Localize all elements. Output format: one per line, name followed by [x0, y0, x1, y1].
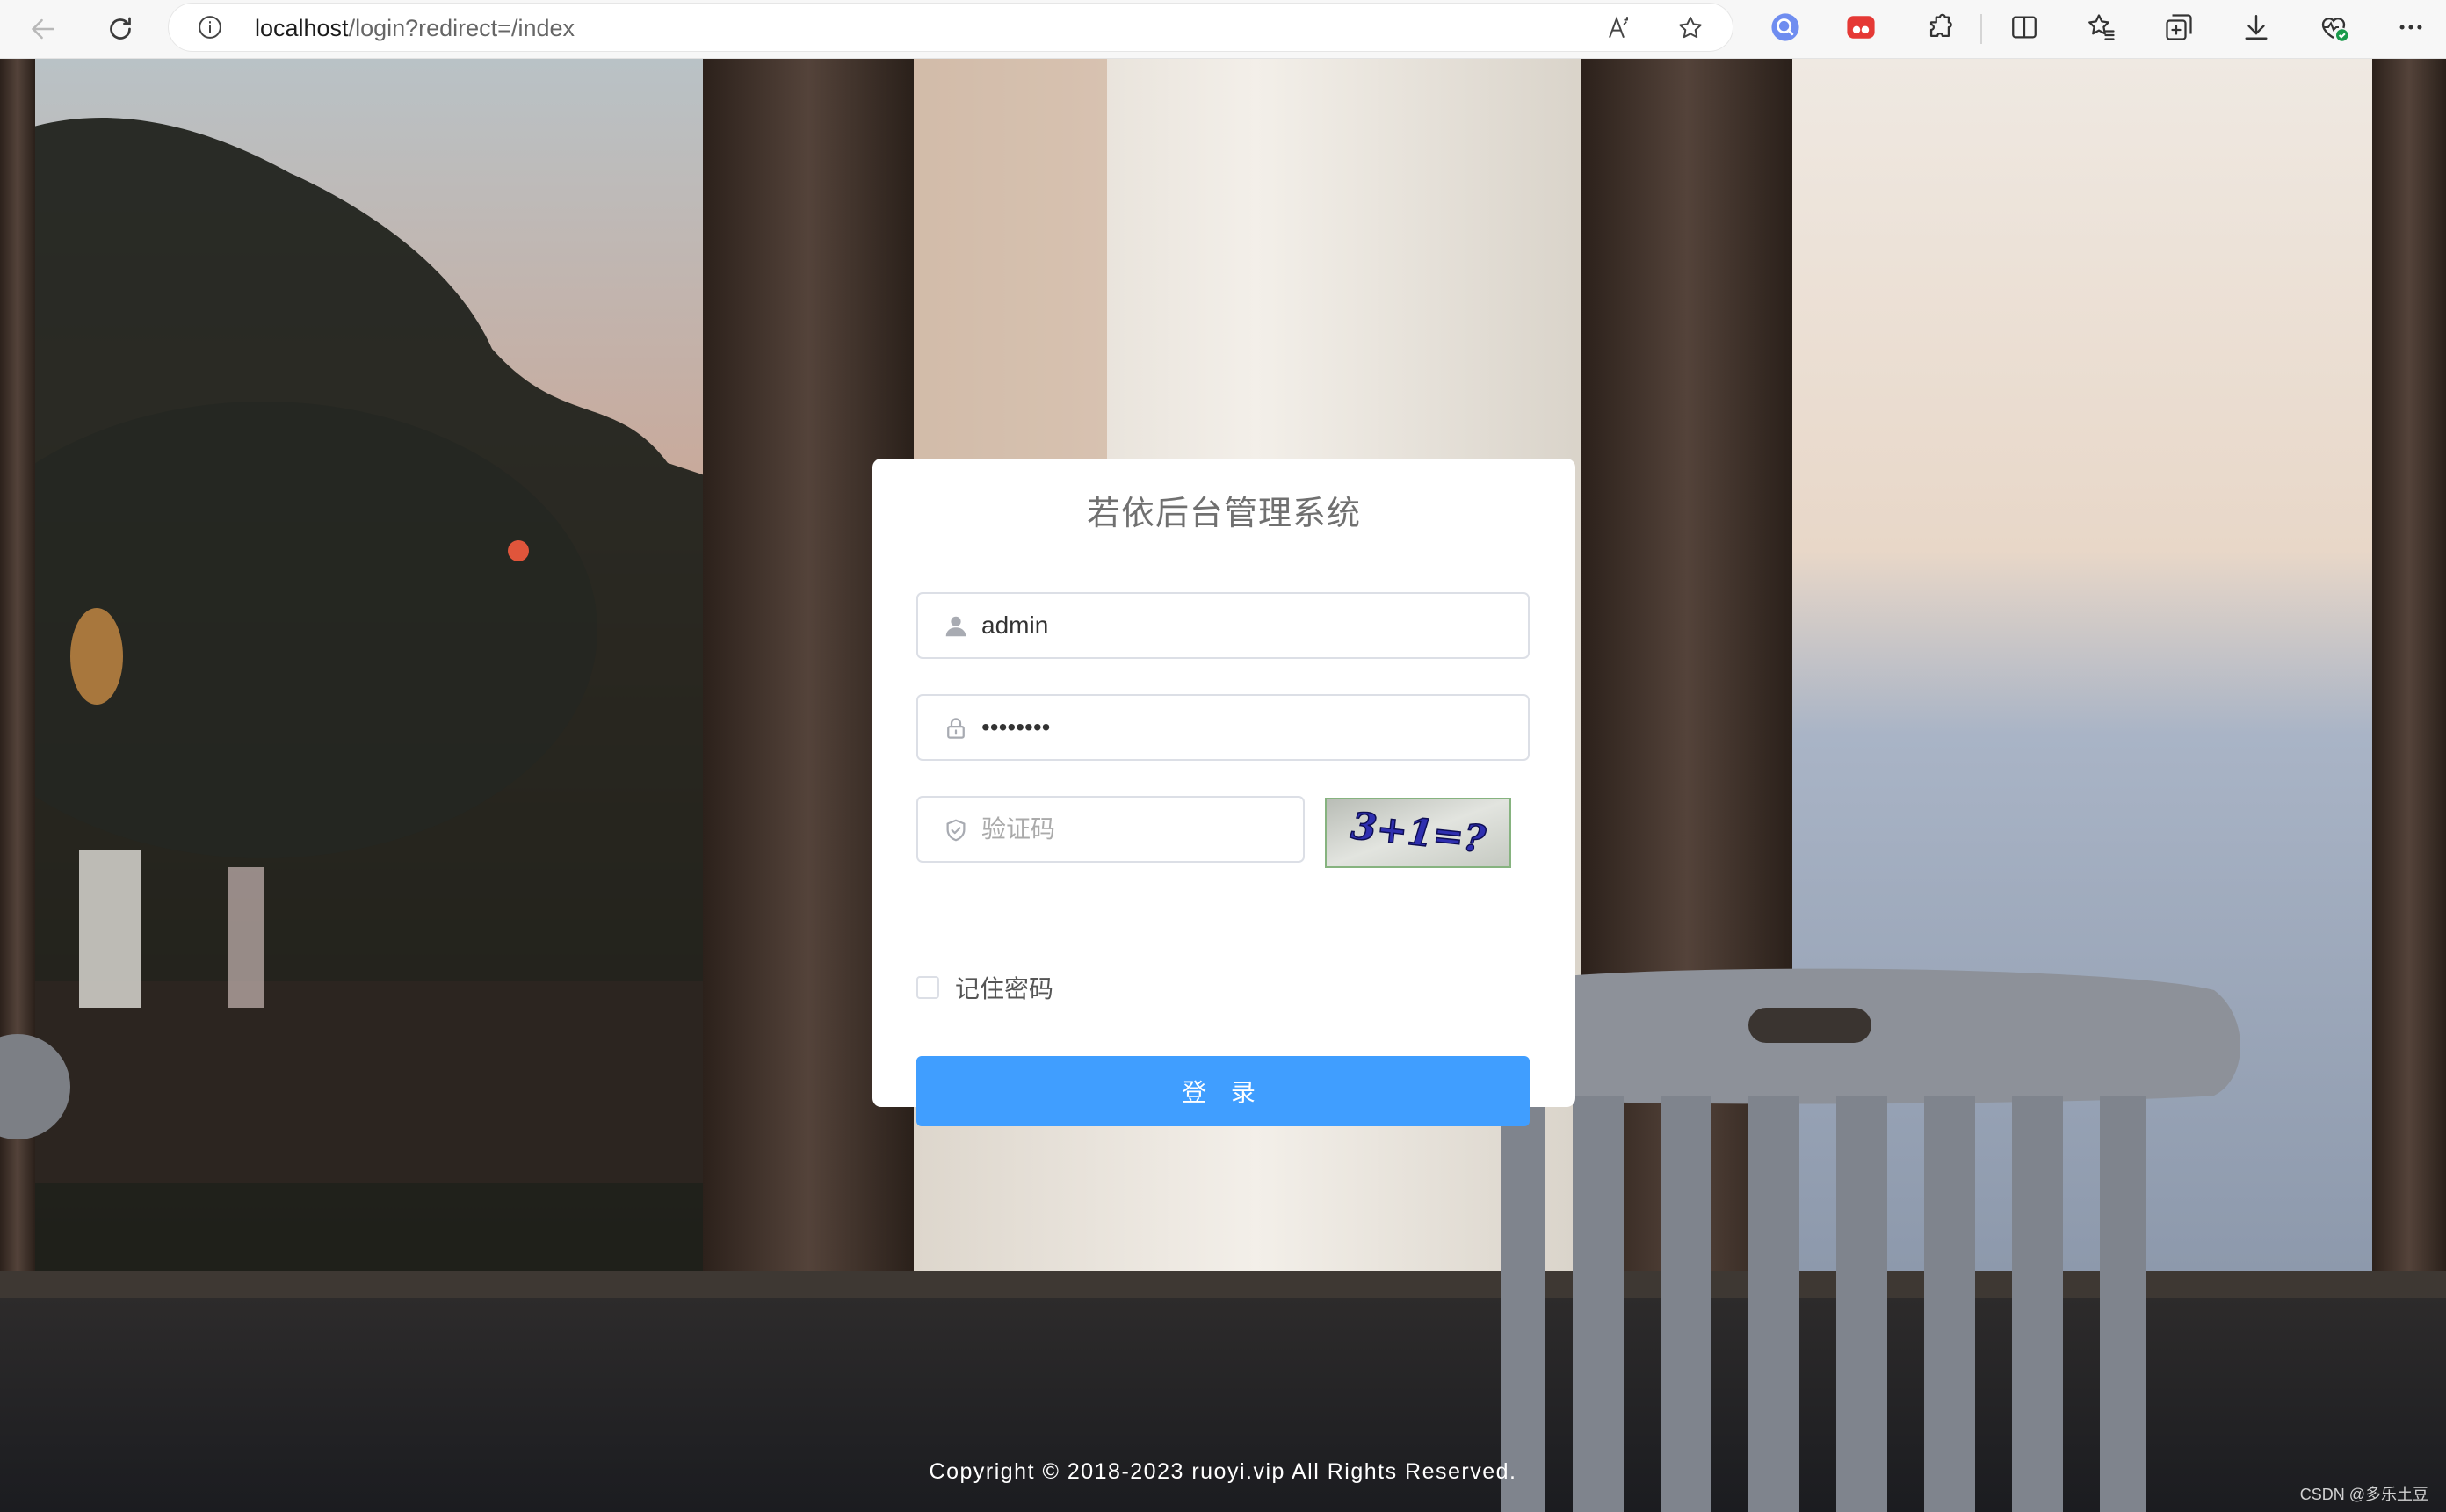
- address-bar[interactable]: localhost/login?redirect=/index: [169, 4, 1733, 51]
- watermark-text: CSDN @多乐土豆: [2299, 1486, 2428, 1503]
- captcha-field[interactable]: [916, 796, 1305, 863]
- username-input[interactable]: [981, 594, 1509, 657]
- info-icon[interactable]: [197, 14, 223, 40]
- collections-icon: [2166, 14, 2192, 40]
- star-icon[interactable]: [1676, 14, 1704, 42]
- browser-health-button[interactable]: [2318, 11, 2349, 43]
- url-host: localhost: [255, 15, 349, 41]
- login-title: 若依后台管理系统: [1086, 496, 1361, 532]
- captcha-image[interactable]: 3+1=?: [1325, 798, 1511, 868]
- page-viewport: 若依后台管理系统 3+1=?: [0, 59, 2446, 1512]
- toolbar-separator: [1980, 14, 1982, 44]
- downloads-button[interactable]: [2240, 11, 2272, 43]
- remember-checkbox[interactable]: [916, 976, 939, 999]
- more-icon: [2399, 25, 2422, 30]
- login-button[interactable]: 登 录: [916, 1056, 1530, 1126]
- browser-health-icon: [2321, 18, 2348, 41]
- remember-me[interactable]: 记住密码: [916, 970, 1053, 1005]
- search-extension-button[interactable]: [1769, 11, 1801, 43]
- split-screen-button[interactable]: [2008, 11, 2040, 43]
- password-field[interactable]: [916, 694, 1530, 761]
- search-extension-icon: [1771, 13, 1799, 41]
- user-icon: [945, 616, 966, 637]
- download-icon: [2245, 15, 2268, 40]
- url-path: /login?redirect=/index: [348, 15, 575, 41]
- extensions-button[interactable]: [1924, 11, 1956, 43]
- back-button[interactable]: [21, 7, 65, 51]
- captcha-graphic: 3+1=?: [1327, 799, 1509, 866]
- red-extension-icon: [1847, 16, 1875, 39]
- refresh-button[interactable]: [98, 7, 142, 51]
- browser-toolbar: localhost/login?redirect=/index: [0, 0, 2446, 59]
- puzzle-icon: [1929, 13, 1952, 38]
- password-input[interactable]: [981, 696, 1509, 759]
- red-extension-button[interactable]: [1845, 11, 1877, 43]
- login-card: 若依后台管理系统 3+1=?: [872, 459, 1575, 1126]
- collections-button[interactable]: [2163, 11, 2195, 43]
- favorites-icon: [2088, 14, 2115, 40]
- refresh-icon: [110, 17, 131, 40]
- read-aloud-icon[interactable]: [1606, 14, 1634, 42]
- copyright-text: Copyright © 2018-2023 ruoyi.vip All Righ…: [929, 1459, 1517, 1484]
- username-field[interactable]: [916, 592, 1530, 659]
- captcha-input[interactable]: [981, 798, 1289, 861]
- back-arrow-icon: [31, 18, 54, 40]
- lock-icon: [947, 718, 965, 739]
- more-button[interactable]: [2395, 11, 2427, 43]
- split-screen-icon: [2012, 16, 2037, 39]
- remember-label: 记住密码: [955, 975, 1054, 1002]
- favorites-button[interactable]: [2086, 11, 2117, 43]
- url-text[interactable]: localhost/login?redirect=/index: [255, 15, 575, 41]
- shield-icon: [946, 819, 966, 842]
